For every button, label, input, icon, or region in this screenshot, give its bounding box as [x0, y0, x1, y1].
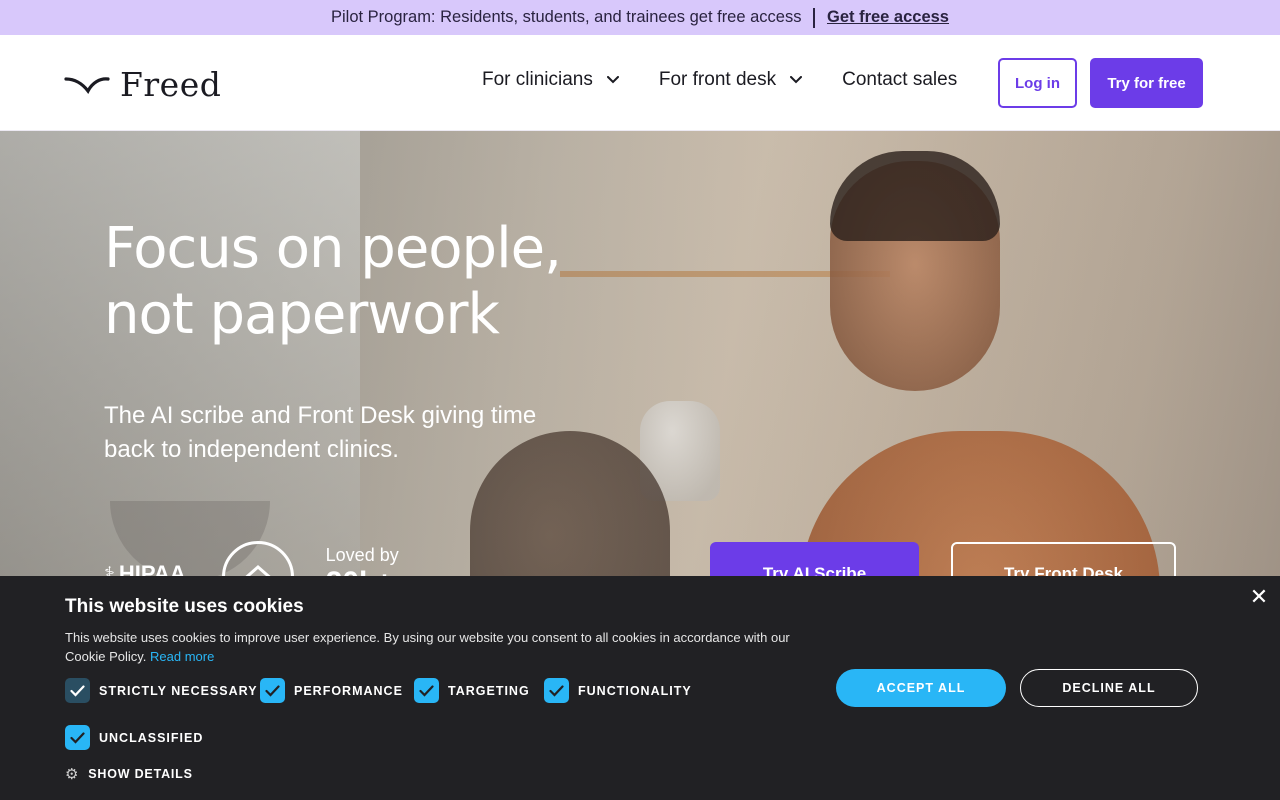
nav-contact-sales[interactable]: Contact sales: [842, 69, 957, 91]
decline-all-button[interactable]: DECLINE ALL: [1020, 669, 1198, 707]
checkbox-performance[interactable]: PERFORMANCE: [260, 678, 403, 703]
checkbox-label: STRICTLY NECESSARY: [99, 683, 258, 698]
nav-label: Contact sales: [842, 69, 958, 90]
checkbox-label: PERFORMANCE: [294, 683, 403, 698]
show-details-label: SHOW DETAILS: [88, 767, 193, 781]
checkbox-unclassified[interactable]: UNCLASSIFIED: [65, 725, 203, 750]
nav-label: For front desk: [658, 69, 777, 90]
checkbox-strictly-necessary[interactable]: STRICTLY NECESSARY: [65, 678, 258, 703]
chevron-down-icon: [606, 76, 619, 84]
hero-title-line-2: not paperwork: [104, 282, 500, 347]
login-button[interactable]: Log in: [998, 58, 1077, 108]
main-nav: For clinicians For front desk Contact sa…: [482, 69, 957, 91]
checkbox-label: FUNCTIONALITY: [578, 683, 692, 698]
hero-title-line-1: Focus on people,: [104, 216, 562, 281]
checkbox-targeting[interactable]: TARGETING: [414, 678, 530, 703]
checkbox-label: UNCLASSIFIED: [99, 730, 204, 745]
checkbox-check-icon: [65, 725, 90, 750]
checkbox-check-icon: [65, 678, 90, 703]
freed-logo-icon: [64, 76, 110, 94]
freed-logo[interactable]: Freed: [64, 65, 221, 104]
checkbox-check-icon: [260, 678, 285, 703]
site-header: Freed For clinicians For front desk Cont…: [0, 35, 1280, 131]
nav-label: For clinicians: [482, 69, 593, 90]
close-icon[interactable]: ✕: [1248, 584, 1270, 609]
checkbox-check-icon: [414, 678, 439, 703]
cookie-banner: ✕ This website uses cookies This website…: [0, 576, 1280, 800]
nav-for-clinicians[interactable]: For clinicians: [482, 69, 619, 91]
gear-icon: ⚙: [65, 766, 80, 783]
announcement-text: Pilot Program: Residents, students, and …: [330, 8, 802, 26]
try-for-free-button[interactable]: Try for free: [1090, 58, 1203, 108]
accept-all-button[interactable]: ACCEPT ALL: [836, 669, 1006, 707]
read-more-link[interactable]: Read more: [150, 649, 214, 664]
checkbox-label: TARGETING: [448, 683, 530, 698]
cookie-title: This website uses cookies: [65, 596, 304, 617]
logo-text: Freed: [120, 65, 222, 104]
announcement-bar: Pilot Program: Residents, students, and …: [0, 0, 1280, 35]
cookie-description: This website uses cookies to improve use…: [65, 628, 825, 666]
announcement-divider: [813, 7, 815, 28]
loved-by-label: Loved by: [325, 545, 399, 565]
nav-for-front-desk[interactable]: For front desk: [658, 69, 803, 91]
checkbox-check-icon: [544, 678, 569, 703]
checkbox-functionality[interactable]: FUNCTIONALITY: [544, 678, 692, 703]
get-free-access-link[interactable]: Get free access: [827, 8, 949, 27]
show-details-toggle[interactable]: ⚙ SHOW DETAILS: [65, 765, 193, 783]
chevron-down-icon: [790, 76, 803, 84]
hero-subtitle: The AI scribe and Front Desk giving time…: [104, 402, 537, 463]
hero-title: Focus on people, not paperwork: [104, 216, 664, 348]
